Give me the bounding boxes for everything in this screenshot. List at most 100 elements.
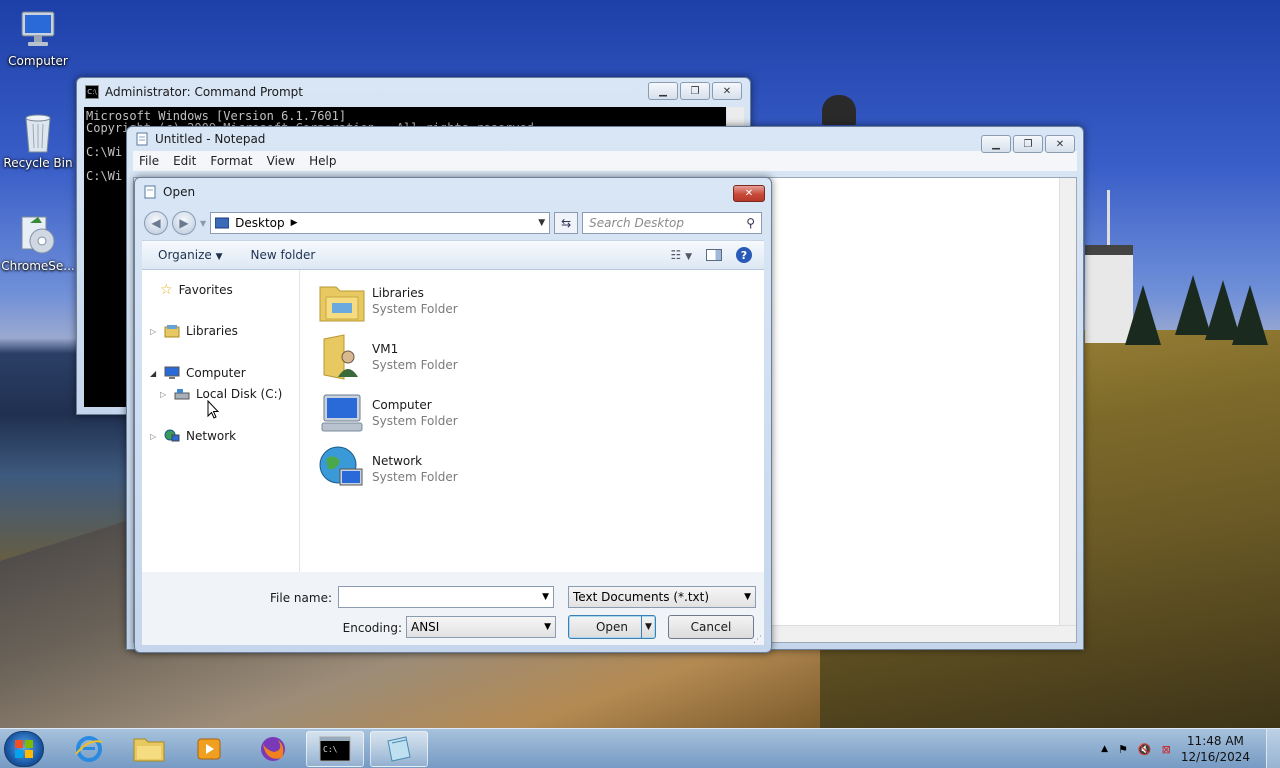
refresh-button[interactable]: ⇆: [554, 212, 579, 234]
forward-arrow-icon: ▶: [179, 216, 189, 230]
notepad-maximize-button[interactable]: ❐: [1013, 135, 1043, 153]
cmd-maximize-button[interactable]: ❐: [680, 82, 710, 100]
address-text: Desktop: [235, 216, 285, 230]
file-item-network[interactable]: Network System Folder: [318, 444, 458, 494]
help-icon[interactable]: ?: [736, 247, 752, 263]
network-disconnected-icon[interactable]: ⊠: [1162, 743, 1171, 756]
network-globe-icon: [319, 446, 363, 486]
menu-view[interactable]: View: [267, 154, 295, 168]
file-type: System Folder: [372, 414, 458, 428]
nav-computer[interactable]: ◢ Computer: [150, 366, 246, 380]
desktop-icon-chrome-setup[interactable]: ChromeSe...: [0, 213, 76, 273]
notepad-icon: [136, 132, 148, 146]
hard-drive-icon: [174, 389, 190, 400]
file-name-input[interactable]: ▼: [338, 586, 554, 608]
desktop-icon-computer[interactable]: Computer: [0, 8, 76, 68]
change-view-button[interactable]: ☷ ▼: [671, 248, 693, 262]
file-list[interactable]: Libraries System Folder VM1 System Folder: [300, 270, 764, 576]
taskbar-internet-explorer[interactable]: [60, 731, 118, 767]
desktop-icon-label: Recycle Bin: [3, 156, 73, 170]
cmd-close-button[interactable]: ✕: [712, 82, 742, 100]
desktop-folder-icon: [215, 217, 230, 229]
notepad-title: Untitled - Notepad: [155, 132, 266, 146]
recent-pages-dropdown-icon[interactable]: ▼: [200, 219, 206, 228]
taskbar-file-explorer[interactable]: [120, 731, 178, 767]
notepad-close-button[interactable]: ✕: [1045, 135, 1075, 153]
volume-muted-icon[interactable]: 🔇: [1138, 743, 1152, 756]
notepad-icon: [387, 736, 411, 762]
show-desktop-button[interactable]: [1266, 729, 1280, 768]
system-tray: ▲ ⚑ 🔇 ⊠ 11:48 AM 12/16/2024: [1101, 733, 1250, 765]
new-folder-button[interactable]: New folder: [251, 248, 316, 262]
navigation-pane[interactable]: ☆ Favorites ▷ Libraries ◢ Computer ▷ Loc…: [142, 270, 300, 576]
menu-edit[interactable]: Edit: [173, 154, 196, 168]
cmd-icon: C:\: [85, 85, 99, 99]
nav-local-disk-label: Local Disk (C:): [196, 387, 283, 401]
windows-logo-icon: [15, 740, 33, 758]
computer-icon: [164, 366, 180, 379]
show-hidden-icons-icon[interactable]: ▲: [1101, 744, 1108, 754]
mouse-cursor-icon: [207, 400, 219, 419]
libraries-icon: [164, 325, 180, 338]
expand-arrow-icon[interactable]: ▷: [150, 432, 158, 441]
command-prompt-icon: C:\: [319, 736, 351, 762]
resize-grip-icon[interactable]: ⋰: [753, 635, 762, 645]
file-type-select[interactable]: Text Documents (*.txt) ▼: [568, 586, 756, 608]
open-dialog[interactable]: Open ✕ ◀ ▶ ▼ Desktop ▶ ▼ ⇆ Search Deskto…: [134, 177, 772, 653]
file-type: System Folder: [372, 358, 458, 372]
breadcrumb-chevron-icon[interactable]: ▶: [291, 218, 298, 228]
search-placeholder: Search Desktop: [589, 216, 684, 230]
nav-libraries[interactable]: ▷ Libraries: [150, 324, 238, 338]
dialog-close-button[interactable]: ✕: [733, 185, 765, 202]
taskbar-command-prompt[interactable]: C:\: [306, 731, 364, 767]
notepad-minimize-button[interactable]: ▁: [981, 135, 1011, 153]
file-item-computer[interactable]: Computer System Folder: [318, 388, 458, 438]
address-bar[interactable]: Desktop ▶ ▼: [210, 212, 551, 234]
search-input[interactable]: Search Desktop ⚲: [582, 212, 762, 234]
organize-label: Organize: [158, 248, 212, 262]
nav-computer-label: Computer: [186, 366, 246, 380]
organize-button[interactable]: Organize ▼: [158, 248, 223, 262]
collapse-arrow-icon[interactable]: ◢: [150, 369, 158, 378]
open-dialog-title: Open: [163, 185, 196, 199]
file-name: VM1: [372, 342, 399, 356]
file-item-vm1[interactable]: VM1 System Folder: [318, 332, 458, 382]
preview-pane-icon[interactable]: [706, 249, 722, 261]
nav-favorites[interactable]: ☆ Favorites: [160, 282, 233, 298]
recycle-bin-icon: [25, 114, 51, 153]
desktop-icon-recycle-bin[interactable]: Recycle Bin: [0, 110, 76, 170]
taskbar-notepad[interactable]: [370, 731, 428, 767]
menu-format[interactable]: Format: [210, 154, 252, 168]
open-dialog-titlebar[interactable]: Open: [135, 178, 771, 206]
clock[interactable]: 11:48 AM 12/16/2024: [1181, 733, 1250, 765]
nav-local-disk[interactable]: ▷ Local Disk (C:): [160, 387, 282, 401]
forward-button[interactable]: ▶: [172, 211, 196, 235]
browser-panes: ☆ Favorites ▷ Libraries ◢ Computer ▷ Loc…: [142, 270, 764, 576]
wallpaper-lighthouse: [822, 95, 856, 125]
address-dropdown-icon[interactable]: ▼: [538, 218, 545, 228]
wallpaper-tree: [1232, 285, 1268, 345]
cmd-minimize-button[interactable]: ▁: [648, 82, 678, 100]
file-item-libraries[interactable]: Libraries System Folder: [318, 276, 458, 326]
menu-help[interactable]: Help: [309, 154, 336, 168]
taskbar-firefox[interactable]: [244, 731, 302, 767]
folder-icon: [133, 738, 165, 762]
star-icon: ☆: [160, 282, 173, 298]
action-center-icon[interactable]: ⚑: [1118, 743, 1128, 756]
cancel-button[interactable]: Cancel: [668, 615, 754, 639]
start-button[interactable]: [4, 731, 44, 767]
notepad-vertical-scrollbar[interactable]: [1059, 178, 1076, 625]
menu-file[interactable]: File: [139, 154, 159, 168]
back-button[interactable]: ◀: [144, 211, 168, 235]
expand-arrow-icon[interactable]: ▷: [160, 390, 168, 399]
notepad-titlebar[interactable]: Untitled - Notepad: [127, 127, 1083, 151]
open-options-dropdown-icon[interactable]: ▼: [641, 616, 655, 638]
notepad-menubar: File Edit Format View Help: [133, 151, 1077, 171]
open-button[interactable]: Open ▼: [568, 615, 656, 639]
chevron-down-icon[interactable]: ▼: [542, 592, 549, 602]
encoding-select[interactable]: ANSI ▼: [406, 616, 556, 638]
back-arrow-icon: ◀: [151, 216, 161, 230]
taskbar-media-player[interactable]: [180, 731, 238, 767]
nav-network[interactable]: ▷ Network: [150, 429, 236, 443]
expand-arrow-icon[interactable]: ▷: [150, 327, 158, 336]
